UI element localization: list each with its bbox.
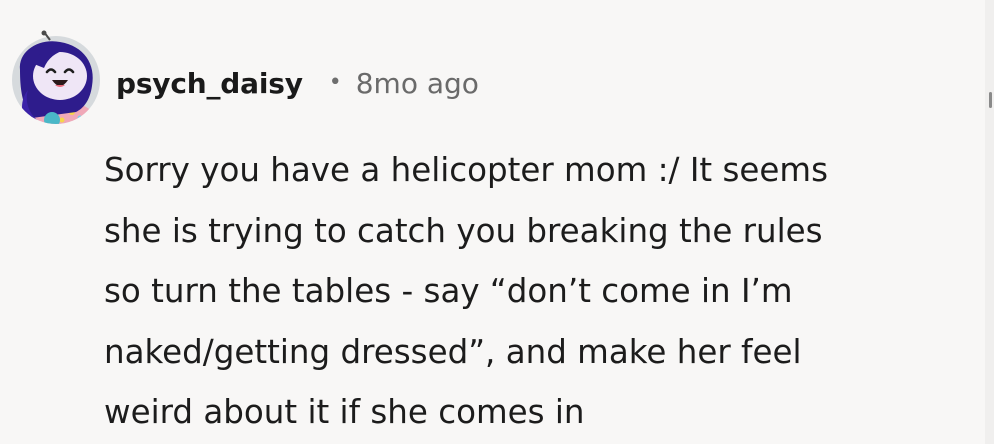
comment-body-line: Sorry you have a helicopter mom :/ It se…	[104, 151, 828, 189]
comment-body: Sorry you have a helicopter mom :/ It se…	[104, 140, 944, 443]
meta-separator: •	[328, 69, 342, 95]
comment-body-line: weird about it if she comes in	[104, 393, 585, 431]
comment-body-line: naked/getting dressed”, and make her fee…	[104, 332, 802, 371]
snoo-avatar-icon	[12, 30, 100, 124]
scrollbar[interactable]	[985, 0, 994, 444]
comment-timestamp[interactable]: 8mo ago	[356, 67, 479, 100]
comment: psych_daisy • 8mo ago Sorry you have a h…	[0, 0, 994, 444]
comment-body-line: she is trying to catch you breaking the …	[104, 211, 823, 250]
scrollbar-thumb[interactable]	[989, 92, 992, 108]
user-avatar[interactable]	[10, 30, 102, 124]
comment-body-line: so turn the tables - say “don’t come in …	[104, 272, 793, 310]
username-link[interactable]: psych_daisy	[116, 67, 303, 100]
comment-header: psych_daisy • 8mo ago	[116, 58, 479, 108]
